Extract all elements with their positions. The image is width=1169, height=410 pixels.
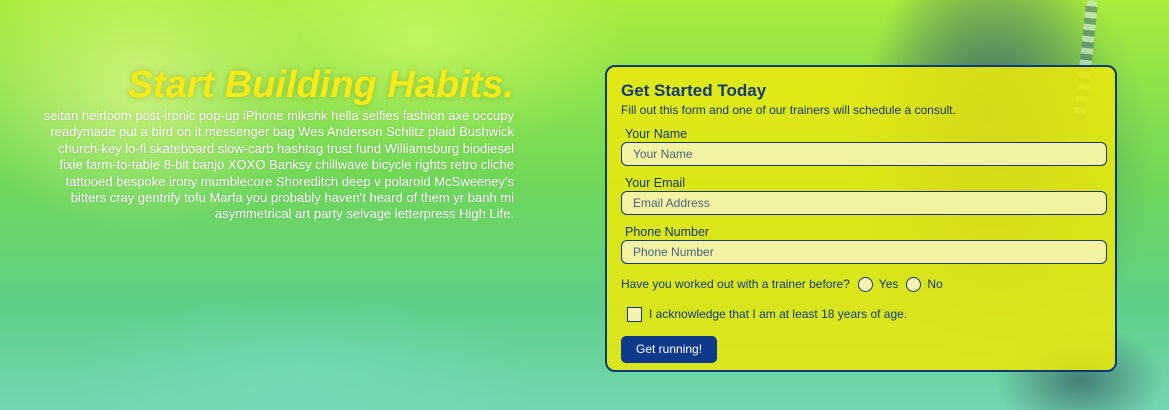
signup-form: Get Started Today Fill out this form and… xyxy=(605,65,1117,372)
form-title: Get Started Today xyxy=(621,81,767,100)
age-checkbox[interactable] xyxy=(627,306,642,322)
trainer-yes-label[interactable]: Yes xyxy=(879,277,899,291)
name-label: Your Name xyxy=(625,127,688,141)
age-checkbox-label[interactable]: I acknowledge that I am at least 18 year… xyxy=(649,307,907,321)
age-acknowledgement: I acknowledge that I am at least 18 year… xyxy=(621,304,1101,324)
email-label: Your Email xyxy=(625,176,685,190)
phone-label: Phone Number xyxy=(625,225,710,239)
name-input[interactable] xyxy=(621,142,1107,166)
phone-field-group: Phone Number xyxy=(621,225,1107,264)
hero-title: Start Building Habits. xyxy=(127,64,514,106)
hero-body: seitan heirloom post-ironic pop-up iPhon… xyxy=(43,108,514,222)
form-subtitle: Fill out this form and one of our traine… xyxy=(621,103,956,117)
submit-button[interactable]: Get running! xyxy=(621,336,718,363)
name-field-group: Your Name xyxy=(621,127,1107,166)
trainer-no-radio[interactable] xyxy=(906,276,922,292)
trainer-question: Have you worked out with a trainer befor… xyxy=(621,274,1101,294)
phone-input[interactable] xyxy=(621,240,1107,264)
email-field-group: Your Email xyxy=(621,176,1107,215)
hero-section: Start Building Habits. seitan heirloom p… xyxy=(40,62,514,223)
trainer-no-label[interactable]: No xyxy=(927,277,942,291)
trainer-yes-radio[interactable] xyxy=(857,276,873,292)
email-input[interactable] xyxy=(621,191,1107,215)
trainer-question-label: Have you worked out with a trainer befor… xyxy=(621,277,850,291)
